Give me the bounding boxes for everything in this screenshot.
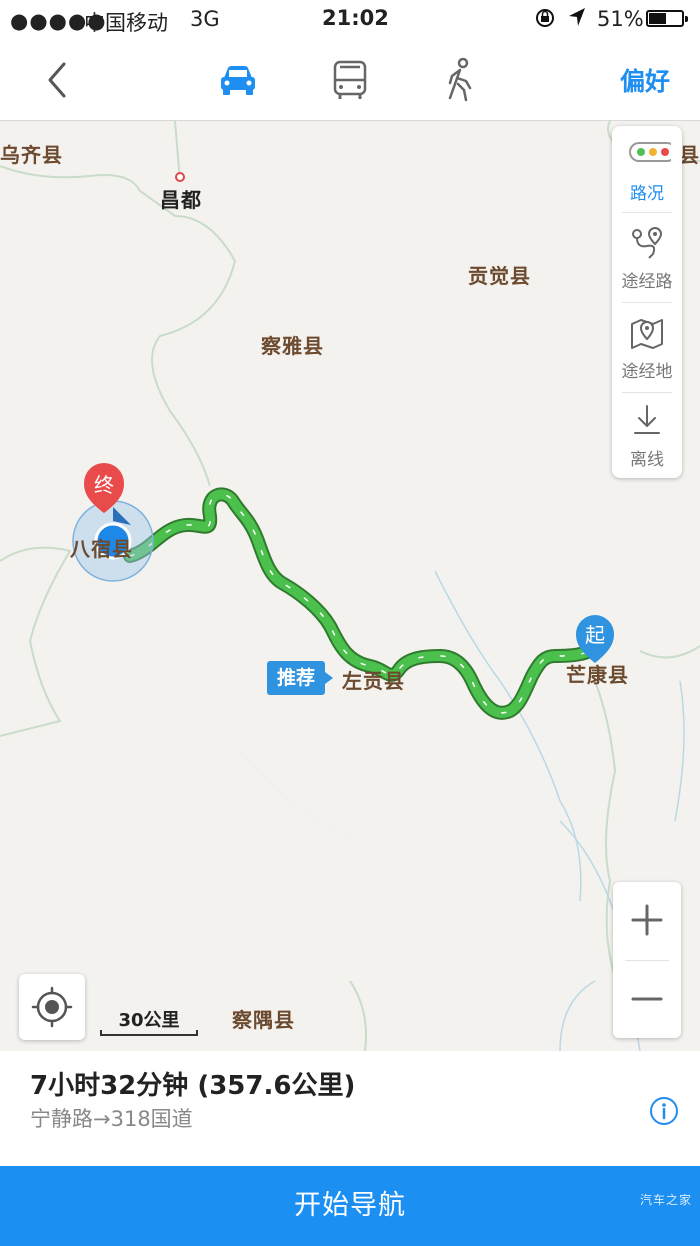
route-waypoint-icon bbox=[632, 226, 663, 259]
place-label-changdu: 昌都 bbox=[160, 188, 202, 212]
end-marker-label: 终 bbox=[94, 473, 114, 497]
map-scale: 30公里 bbox=[100, 1004, 198, 1036]
route-summary-panel[interactable]: 7小时32分钟 (357.6公里) 宁静路→318国道 bbox=[0, 1051, 700, 1166]
locate-me-button[interactable] bbox=[19, 974, 85, 1040]
place-label-basu: 八宿县 bbox=[70, 537, 133, 561]
minus-icon bbox=[631, 997, 663, 1001]
mode-transit-button[interactable] bbox=[326, 56, 374, 104]
rotation-lock-icon bbox=[534, 7, 556, 34]
recommended-route-tag[interactable]: 推荐 bbox=[267, 661, 333, 695]
chevron-left-icon bbox=[48, 62, 66, 98]
waypoint-place-label: 途经地 bbox=[621, 362, 673, 382]
route-mode-bar: 偏好 bbox=[0, 38, 700, 121]
city-dot bbox=[175, 172, 185, 182]
scale-bar bbox=[100, 1030, 198, 1036]
place-label-edge: 县 bbox=[679, 143, 700, 167]
traffic-light-icon bbox=[629, 142, 671, 162]
start-marker-label: 起 bbox=[585, 623, 605, 647]
walk-icon bbox=[448, 57, 472, 102]
place-label-chayu: 察隅县 bbox=[232, 1008, 295, 1032]
waypoint-route-button[interactable]: 途经路 bbox=[612, 214, 682, 302]
traffic-label: 路况 bbox=[630, 184, 664, 204]
battery-icon bbox=[646, 10, 688, 27]
place-label-zuogong: 左贡县 bbox=[342, 669, 405, 693]
plus-icon bbox=[631, 904, 663, 936]
place-label-wuqi: 乌齐县 bbox=[0, 143, 63, 167]
network-type: 3G bbox=[190, 7, 220, 31]
mode-drive-button[interactable] bbox=[214, 56, 262, 104]
crosshair-icon bbox=[31, 986, 73, 1028]
preferences-button[interactable]: 偏好 bbox=[620, 62, 670, 98]
waypoint-place-button[interactable]: 途经地 bbox=[612, 304, 682, 392]
download-icon bbox=[634, 405, 660, 434]
zoom-control bbox=[613, 882, 681, 1038]
map-canvas: 终 起 bbox=[0, 121, 700, 1051]
zoom-out-button[interactable] bbox=[613, 961, 681, 1038]
car-icon bbox=[221, 66, 255, 95]
start-navigation-button[interactable]: 开始导航 汽车之家 bbox=[0, 1166, 700, 1246]
watermark: 汽车之家 bbox=[639, 1193, 692, 1207]
offline-label: 离线 bbox=[630, 450, 664, 470]
battery-percent: 51% bbox=[597, 7, 644, 31]
route-duration-distance: 7小时32分钟 (357.6公里) bbox=[30, 1071, 356, 1101]
map-pin-icon bbox=[631, 319, 663, 349]
location-arrow-icon bbox=[566, 5, 588, 34]
back-button[interactable] bbox=[38, 58, 78, 102]
bus-icon bbox=[333, 60, 367, 99]
scale-label: 30公里 bbox=[118, 1010, 180, 1031]
traffic-button[interactable]: 路况 bbox=[612, 126, 682, 214]
status-bar: ●●●●● 中国移动 3G 21:02 51% bbox=[0, 0, 700, 38]
start-navigation-label: 开始导航 bbox=[294, 1190, 406, 1221]
route-info-button[interactable] bbox=[648, 1095, 680, 1127]
route-via: 宁静路→318国道 bbox=[30, 1107, 193, 1131]
mode-walk-button[interactable] bbox=[436, 56, 484, 104]
clock: 21:02 bbox=[322, 6, 389, 30]
place-label-gongjue: 贡觉县 bbox=[468, 264, 531, 288]
waypoint-route-label: 途经路 bbox=[621, 272, 673, 292]
zoom-in-button[interactable] bbox=[613, 882, 681, 959]
info-icon bbox=[650, 1097, 678, 1125]
place-label-mangkang: 芒康县 bbox=[566, 663, 629, 687]
map-tools-panel: 路况 途经路 途经地 离线 bbox=[612, 126, 682, 478]
carrier-name: 中国移动 bbox=[84, 11, 168, 35]
place-label-chaya: 察雅县 bbox=[261, 334, 324, 358]
battery-fill bbox=[649, 13, 667, 24]
map-view[interactable]: 终 起 乌齐县 昌都 贡觉县 察雅县 八宿县 左贡县 芒康县 察隅县 县 bbox=[0, 121, 700, 1051]
offline-button[interactable]: 离线 bbox=[612, 392, 682, 480]
